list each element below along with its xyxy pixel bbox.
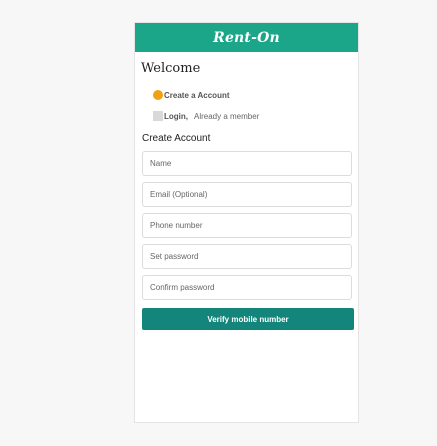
create-account-label: Create a Account (164, 90, 230, 100)
confirm-password-input[interactable] (142, 275, 352, 300)
phone-input[interactable] (142, 213, 352, 238)
create-account-option[interactable]: Create a Account (153, 89, 358, 101)
account-options: Create a Account Login, Already a member (153, 89, 358, 122)
signup-form (142, 151, 352, 300)
checkbox-icon[interactable] (153, 111, 163, 121)
password-input[interactable] (142, 244, 352, 269)
welcome-heading: Welcome (141, 61, 201, 76)
signup-card: Rent-On Welcome Create a Account Login, … (134, 22, 359, 423)
app-logo: Rent-On (213, 29, 280, 46)
login-sublabel: Already a member (194, 111, 260, 121)
verify-mobile-button[interactable]: Verify mobile number (142, 308, 354, 330)
name-input[interactable] (142, 151, 352, 176)
radio-selected-icon[interactable] (153, 90, 163, 100)
app-header: Rent-On (135, 23, 358, 52)
login-label: Login, (164, 111, 188, 121)
create-account-title: Create Account (142, 133, 211, 144)
login-option[interactable]: Login, Already a member (153, 110, 358, 122)
email-input[interactable] (142, 182, 352, 207)
